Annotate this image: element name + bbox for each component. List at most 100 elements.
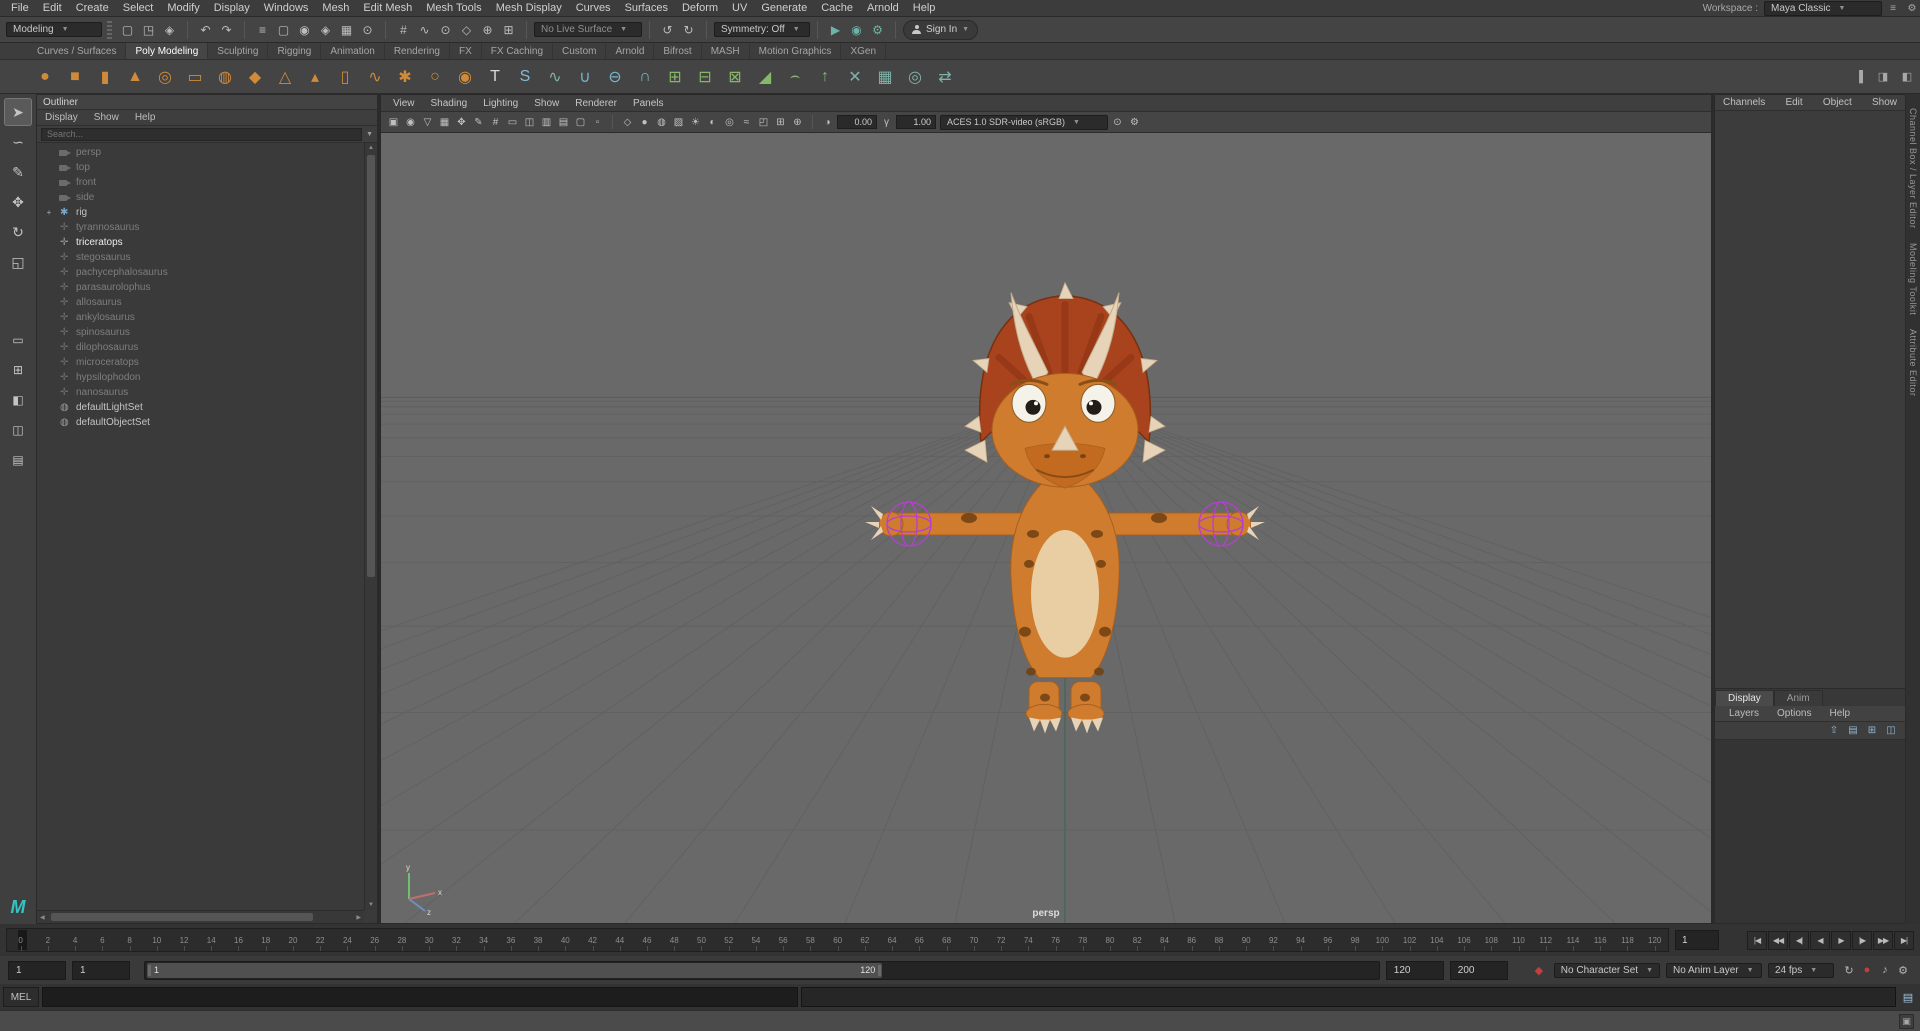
triceratops-character[interactable]	[865, 281, 1265, 734]
select-component-icon[interactable]: ◉	[294, 19, 315, 40]
outliner-item[interactable]: spinosaurus	[37, 325, 364, 340]
outliner-item[interactable]: nanosaurus	[37, 385, 364, 400]
range-slider-bar[interactable]: 1 120	[147, 962, 883, 978]
rebuild-history-icon[interactable]: ↻	[678, 19, 699, 40]
menu-item[interactable]: Help	[906, 2, 943, 14]
channel-box-menu-item[interactable]: Channels	[1723, 97, 1765, 108]
poly-torus-icon[interactable]: ◎	[150, 62, 180, 92]
snapshot-icon[interactable]: ⊙	[1109, 114, 1126, 131]
wireframe-icon[interactable]: ◇	[619, 114, 636, 131]
layer-editor-menu-item[interactable]: Help	[1821, 708, 1858, 719]
field-chart-icon[interactable]: ▤	[555, 114, 572, 131]
mute-sound-icon[interactable]: ♪	[1876, 961, 1894, 979]
svg-tool-icon[interactable]: S	[510, 62, 540, 92]
exposure-icon[interactable]: ◑	[819, 114, 836, 131]
script-editor-icon[interactable]: ▤	[1899, 988, 1917, 1006]
poly-platonic-icon[interactable]: ◆	[240, 62, 270, 92]
channel-box-menu-item[interactable]: Object	[1823, 97, 1852, 108]
shelf-tab[interactable]: Curves / Surfaces	[28, 43, 127, 59]
outliner-item[interactable]: persp	[37, 145, 364, 160]
workspace-selector[interactable]: Maya Classic ▼	[1764, 0, 1882, 16]
viewport-menu-item[interactable]: Panels	[625, 98, 672, 109]
channel-box-menu-item[interactable]: Show	[1872, 97, 1897, 108]
bridge-icon[interactable]: ⌢	[780, 62, 810, 92]
step-forward-frame-button[interactable]: |▶	[1852, 930, 1872, 950]
persp-outliner-layout-button[interactable]: ◧	[4, 386, 32, 414]
occlusion-icon[interactable]: ◎	[721, 114, 738, 131]
playback-end-field[interactable]: 120	[1385, 960, 1444, 980]
poly-soccerball-icon[interactable]: ○	[420, 62, 450, 92]
use-lights-icon[interactable]: ☀	[687, 114, 704, 131]
shelf-tab[interactable]: Arnold	[606, 43, 655, 59]
outliner-item[interactable]: + rig	[37, 205, 364, 220]
outliner-item[interactable]: front	[37, 175, 364, 190]
target-weld-icon[interactable]: ◎	[900, 62, 930, 92]
outliner-item[interactable]: allosaurus	[37, 295, 364, 310]
menu-item[interactable]: Mesh Display	[489, 2, 569, 14]
command-input[interactable]	[42, 987, 798, 1007]
shelf-tab[interactable]: Poly Modeling	[126, 43, 209, 59]
select-mask-icon[interactable]: ◈	[315, 19, 336, 40]
menu-item[interactable]: UV	[725, 2, 754, 14]
channel-box-menu-item[interactable]: Edit	[1785, 97, 1802, 108]
layer-editor-menu-item[interactable]: Options	[1769, 708, 1819, 719]
four-pane-layout-button[interactable]: ⊞	[4, 356, 32, 384]
go-to-start-button[interactable]: |◀	[1747, 930, 1767, 950]
poly-gear-icon[interactable]: ✱	[390, 62, 420, 92]
character-set-selector[interactable]: No Character Set ▼	[1553, 962, 1660, 978]
layer-options-icon[interactable]: ◫	[1883, 723, 1899, 738]
menu-item[interactable]: Select	[116, 2, 161, 14]
image-plane-icon[interactable]: ▦	[436, 114, 453, 131]
attribute-editor-toggle-icon[interactable]: ◨	[1872, 67, 1894, 87]
shelf-tab[interactable]: Bifrost	[654, 43, 702, 59]
scroll-down-icon[interactable]: ▼	[368, 902, 374, 908]
poly-plane-icon[interactable]: ▭	[180, 62, 210, 92]
poly-disc-icon[interactable]: ◍	[210, 62, 240, 92]
sidebar-vertical-tab[interactable]: Modeling Toolkit	[1908, 243, 1918, 315]
help-line-toggle-icon[interactable]: ▣	[1899, 1013, 1914, 1029]
snap-to-plane-icon[interactable]: ◇	[456, 19, 477, 40]
toolbar-grip[interactable]	[107, 20, 112, 39]
exposure-field[interactable]: 0.00	[837, 115, 877, 129]
playback-start-field[interactable]: 1	[72, 960, 130, 980]
move-layer-up-icon[interactable]: ⇧	[1826, 723, 1842, 738]
sidebar-vertical-tab[interactable]: Channel Box / Layer Editor	[1908, 108, 1918, 229]
menu-item[interactable]: Deform	[675, 2, 725, 14]
paint-select-tool[interactable]: ✎	[4, 158, 32, 186]
extrude-icon[interactable]: ↑	[810, 62, 840, 92]
mirror-icon[interactable]: ⇄	[930, 62, 960, 92]
shelf-tab[interactable]: XGen	[841, 43, 887, 59]
viewport-menu-item[interactable]: Show	[526, 98, 567, 109]
menu-item[interactable]: Modify	[160, 2, 206, 14]
move-tool[interactable]: ✥	[4, 188, 32, 216]
2d-pan-zoom-icon[interactable]: ✥	[453, 114, 470, 131]
viewport-menu-item[interactable]: View	[385, 98, 423, 109]
saved-layouts-button[interactable]: ▤	[4, 446, 32, 474]
animation-preferences-icon[interactable]: ⚙	[1894, 961, 1912, 979]
outliner-item[interactable]: side	[37, 190, 364, 205]
menu-set-selector[interactable]: Modeling ▼	[6, 22, 102, 37]
search-input[interactable]	[41, 127, 363, 141]
highlight-selection-icon[interactable]: ▦	[336, 19, 357, 40]
gate-mask-icon[interactable]: ▥	[538, 114, 555, 131]
outliner-item[interactable]: hypsilophodon	[37, 370, 364, 385]
step-back-key-button[interactable]: ◀◀	[1768, 930, 1788, 950]
poly-cube-icon[interactable]: ■	[60, 62, 90, 92]
redo-icon[interactable]: ↷	[216, 19, 237, 40]
sidebar-vertical-tab[interactable]: Attribute Editor	[1908, 329, 1918, 397]
select-hierarchy-icon[interactable]: ≡	[252, 19, 273, 40]
shelf-tab[interactable]: FX Caching	[482, 43, 554, 59]
open-scene-icon[interactable]: ◳	[138, 19, 159, 40]
shelf-tab[interactable]: Rigging	[268, 43, 322, 59]
shelf-tab[interactable]: Motion Graphics	[750, 43, 842, 59]
poly-prism-icon[interactable]: ▴	[300, 62, 330, 92]
new-scene-icon[interactable]: ▢	[117, 19, 138, 40]
outliner-menu-item[interactable]: Help	[127, 112, 164, 123]
outliner-menu-item[interactable]: Show	[86, 112, 127, 123]
current-frame-field[interactable]: 1	[1675, 930, 1719, 950]
character-set-key-icon[interactable]: ◆	[1530, 961, 1548, 979]
scale-tool[interactable]: ◱	[4, 248, 32, 276]
snap-to-point-icon[interactable]: ⊙	[435, 19, 456, 40]
outliner-item[interactable]: stegosaurus	[37, 250, 364, 265]
symmetry-selector[interactable]: Symmetry: Off ▼	[714, 22, 810, 37]
